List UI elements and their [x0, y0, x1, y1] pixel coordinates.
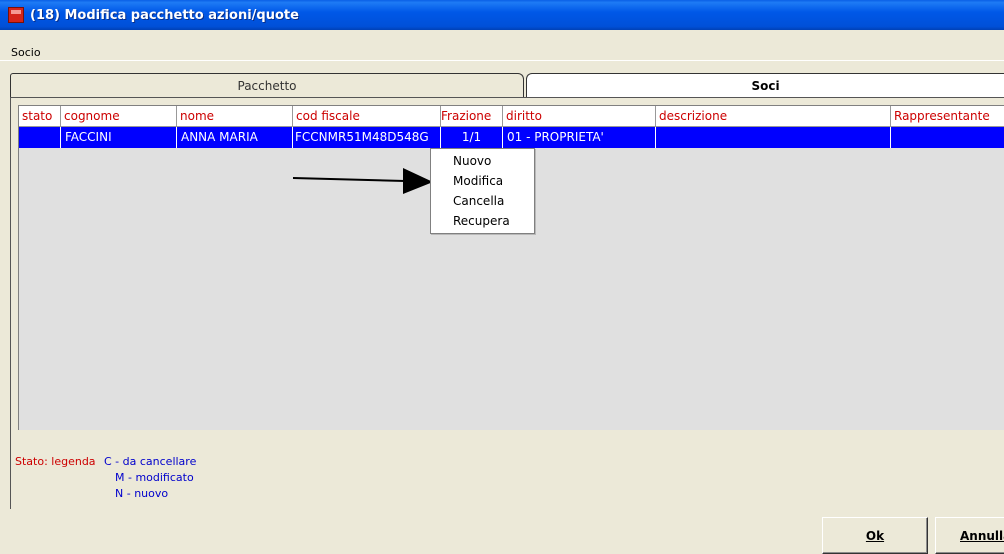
column-header-descrizione[interactable]: descrizione	[656, 106, 891, 127]
context-menu: Nuovo Modifica Cancella Recupera	[430, 148, 535, 234]
ok-button[interactable]: Ok	[822, 517, 928, 554]
cell-cod-fiscale[interactable]: FCCNMR51M48D548G	[293, 127, 441, 148]
table-row[interactable]: FACCINI ANNA MARIA FCCNMR51M48D548G 1/1 …	[19, 127, 1004, 148]
cell-descrizione[interactable]	[656, 127, 891, 148]
cell-nome[interactable]: ANNA MARIA	[177, 127, 293, 148]
column-header-cod-fiscale[interactable]: cod fiscale	[293, 106, 441, 127]
column-header-frazione[interactable]: Frazione	[441, 106, 503, 127]
menu-item-socio[interactable]: Socio	[11, 46, 41, 59]
cell-rappresentante[interactable]	[891, 127, 1004, 148]
cell-frazione[interactable]: 1/1	[441, 127, 503, 148]
column-header-cognome[interactable]: cognome	[61, 106, 177, 127]
column-header-nome[interactable]: nome	[177, 106, 293, 127]
cell-stato[interactable]	[19, 127, 61, 148]
annulla-button[interactable]: Annulla	[935, 517, 1004, 554]
column-header-diritto[interactable]: diritto	[503, 106, 656, 127]
tab-soci[interactable]: Soci	[526, 73, 1004, 97]
cell-diritto[interactable]: 01 - PROPRIETA'	[503, 127, 656, 148]
title-bar[interactable]: (18) Modifica pacchetto azioni/quote	[0, 0, 1004, 30]
arrow-icon	[293, 168, 433, 194]
column-header-stato[interactable]: stato	[19, 106, 61, 127]
column-header-rappresentante[interactable]: Rappresentante	[891, 106, 1004, 127]
legend-item-m: M - modificato	[115, 471, 194, 484]
cell-cognome[interactable]: FACCINI	[61, 127, 177, 148]
legend-item-c: C - da cancellare	[104, 455, 197, 468]
context-menu-recupera[interactable]: Recupera	[453, 214, 510, 228]
legend-item-n: N - nuovo	[115, 487, 169, 500]
menu-bar: Socio	[0, 30, 1004, 61]
legend-label: Stato: legenda	[15, 455, 96, 468]
context-menu-cancella[interactable]: Cancella	[453, 194, 504, 208]
context-menu-modifica[interactable]: Modifica	[453, 174, 503, 188]
tab-pacchetto[interactable]: Pacchetto	[10, 73, 524, 97]
app-icon	[8, 7, 24, 23]
context-menu-nuovo[interactable]: Nuovo	[453, 154, 491, 168]
grid-header: stato cognome nome cod fiscale Frazione …	[19, 106, 1004, 127]
window-title: (18) Modifica pacchetto azioni/quote	[30, 7, 299, 23]
